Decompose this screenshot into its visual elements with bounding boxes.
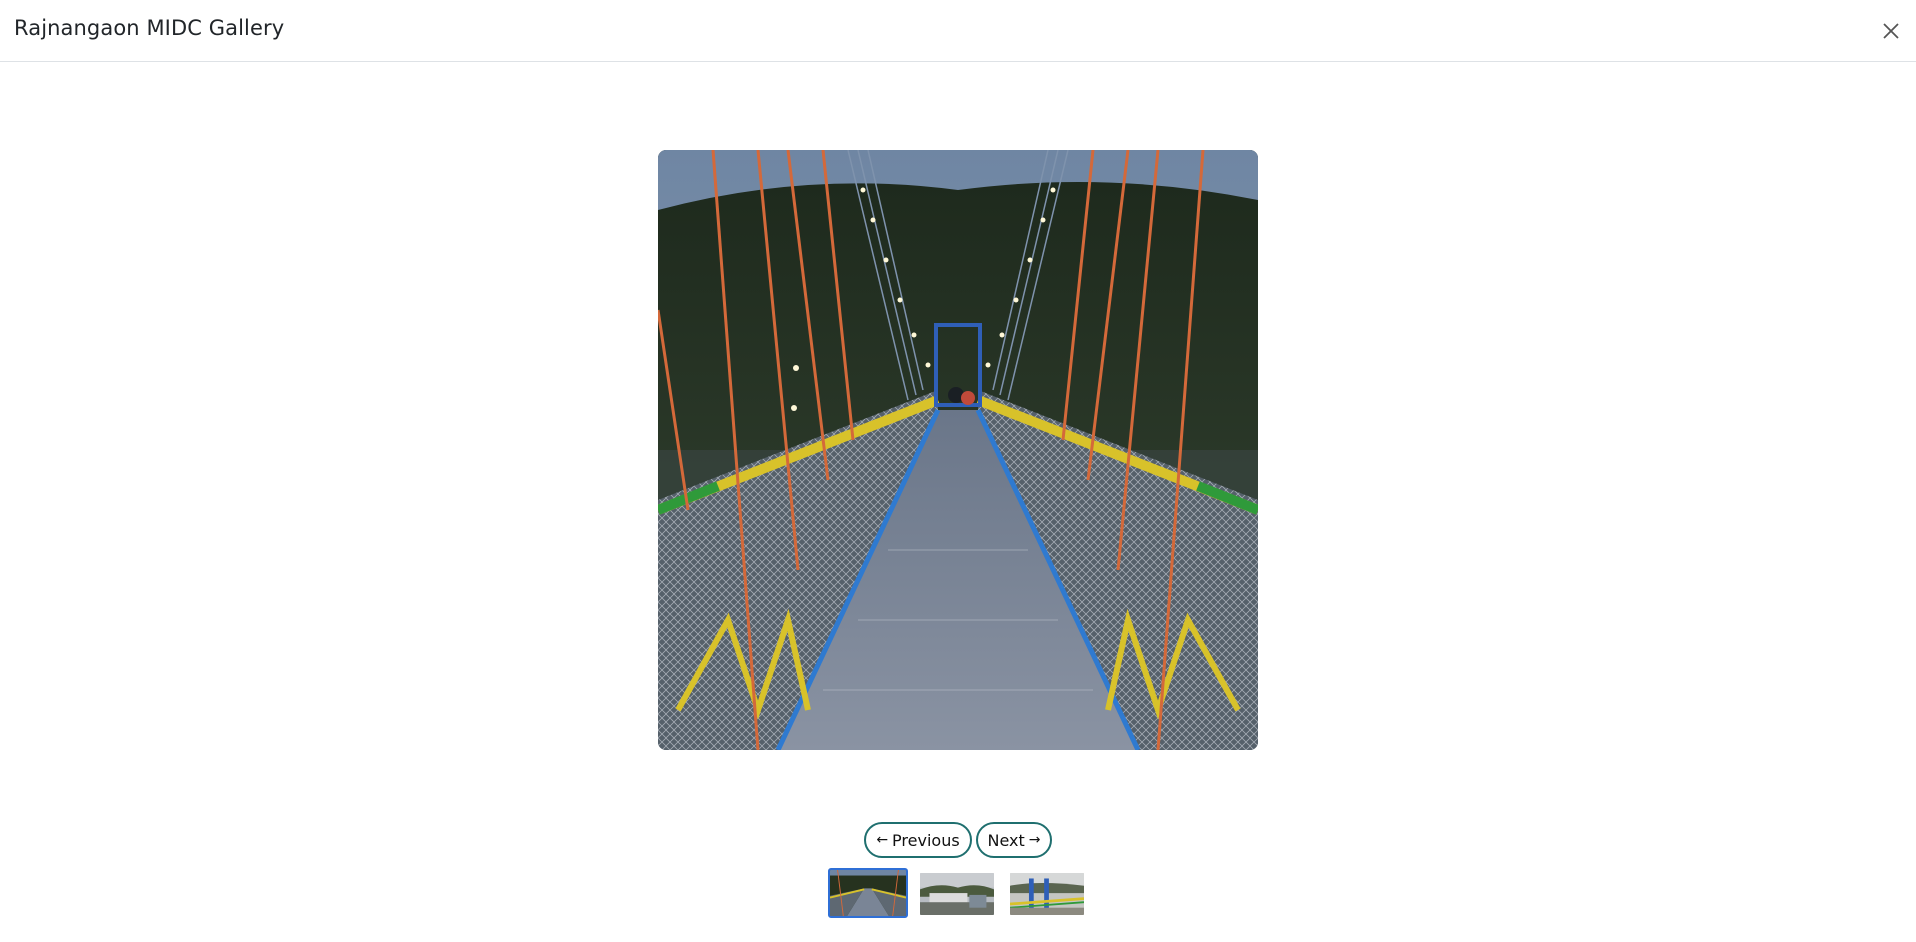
thumbnail-2[interactable] (918, 871, 996, 917)
gallery-navigation: ← Previous Next → (0, 822, 1916, 858)
main-gallery-image (658, 150, 1258, 750)
thumbnail-strip (0, 868, 1916, 918)
thumbnail-3[interactable] (1008, 871, 1086, 917)
modal-title: Rajnangaon MIDC Gallery (14, 16, 285, 40)
close-icon (1883, 23, 1899, 39)
next-button[interactable]: Next → (976, 822, 1052, 858)
arrow-left-icon: ← (876, 832, 889, 848)
previous-label: Previous (892, 830, 960, 850)
previous-button[interactable]: ← Previous (864, 822, 972, 858)
gallery-modal: Rajnangaon MIDC Gallery ← Previous Next … (0, 0, 1916, 942)
modal-header: Rajnangaon MIDC Gallery (0, 0, 1916, 62)
thumbnail-1[interactable] (828, 868, 908, 918)
close-button[interactable] (1876, 16, 1906, 46)
next-label: Next (987, 830, 1025, 850)
arrow-right-icon: → (1028, 832, 1041, 848)
